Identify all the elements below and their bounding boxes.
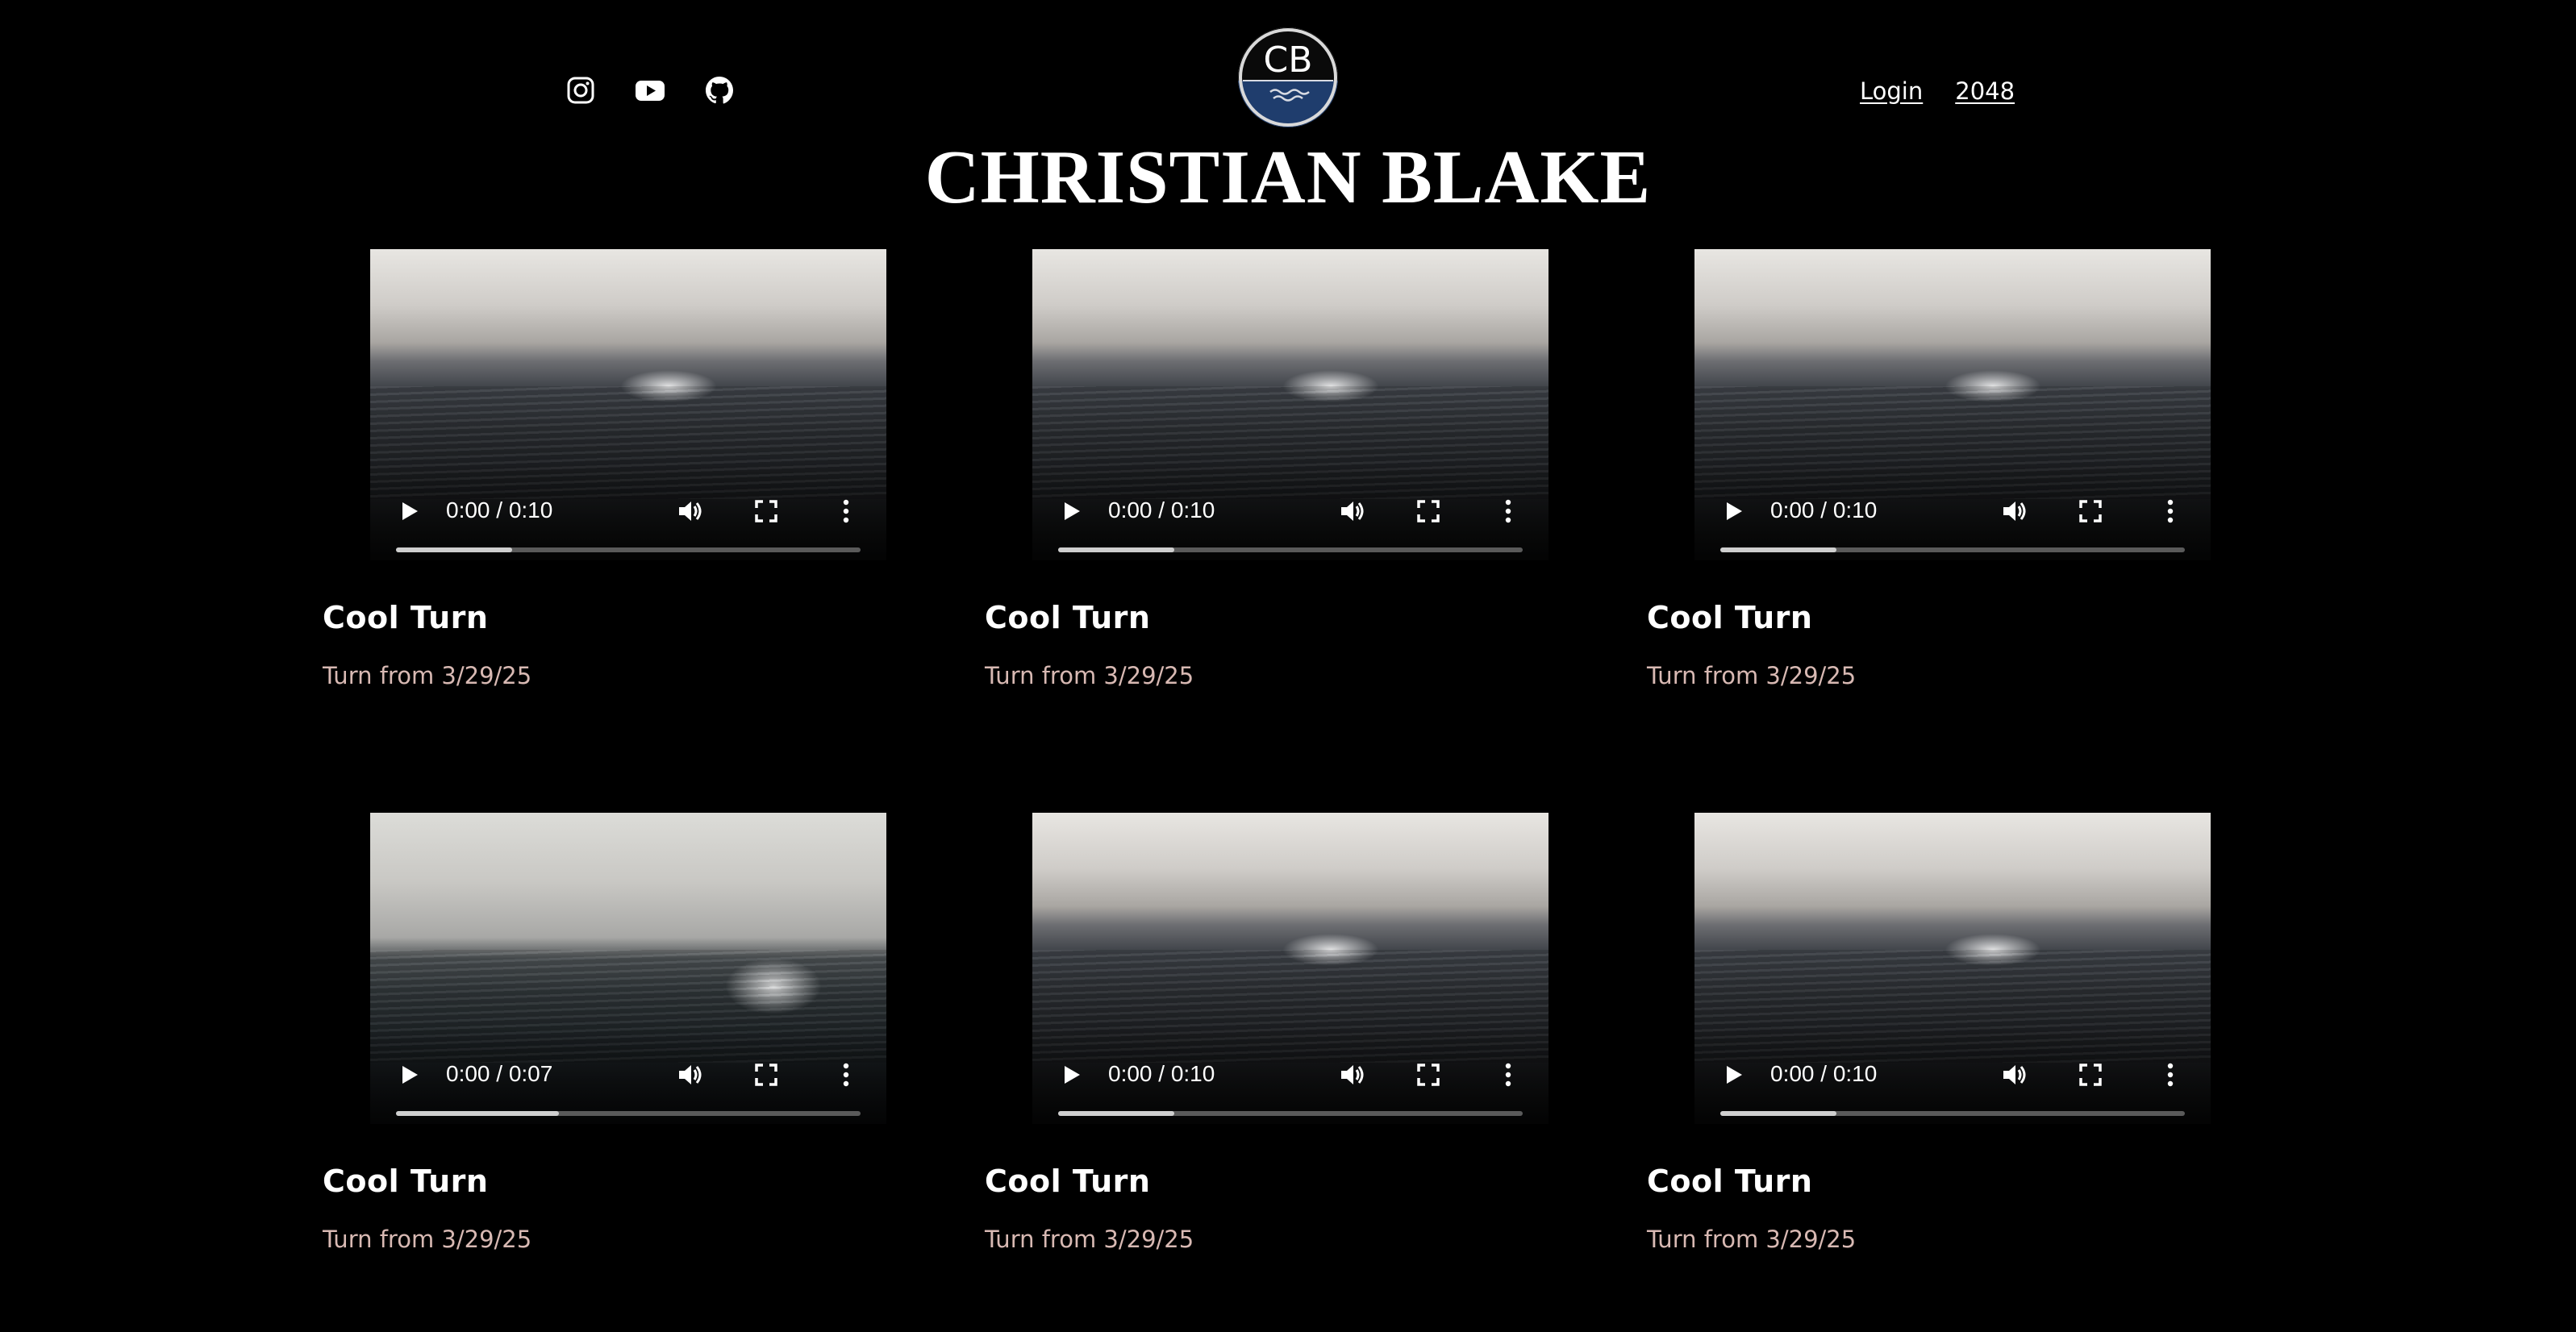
video-time: 0:00 / 0:10 [446, 497, 553, 522]
play-icon[interactable] [398, 1064, 420, 1086]
play-icon[interactable] [1722, 1064, 1744, 1086]
top-nav: Login 2048 [1860, 77, 2015, 105]
volume-icon[interactable] [1339, 1062, 1365, 1088]
video-progress-buffered [1058, 1111, 1174, 1116]
fullscreen-icon[interactable] [2078, 1063, 2103, 1087]
video-time: 0:00 / 0:10 [1108, 497, 1215, 522]
site-logo[interactable]: CB [1238, 27, 1338, 127]
video-progress-buffered [396, 547, 512, 552]
fullscreen-icon[interactable] [1416, 499, 1440, 523]
video-time: 0:00 / 0:10 [1770, 1061, 1878, 1086]
card-title: Cool Turn [323, 1163, 489, 1199]
play-icon[interactable] [1060, 1064, 1082, 1086]
site-title: CHRISTIAN BLAKE [924, 135, 1652, 219]
play-icon[interactable] [398, 500, 420, 522]
video-controls: 0:00 / 0:10 [1032, 1055, 1549, 1095]
card-subtitle: Turn from 3/29/25 [985, 662, 1194, 689]
more-options-icon[interactable] [1497, 498, 1519, 524]
video-time: 0:00 / 0:10 [1108, 1061, 1215, 1086]
volume-icon[interactable] [2001, 498, 2027, 524]
video-time: 0:00 / 0:07 [446, 1061, 553, 1086]
card-subtitle: Turn from 3/29/25 [1647, 1226, 1857, 1253]
video-progress-buffered [1720, 1111, 1836, 1116]
more-options-icon[interactable] [2159, 1062, 2182, 1088]
card-title: Cool Turn [1647, 600, 1813, 635]
fullscreen-icon[interactable] [1416, 1063, 1440, 1087]
video-controls: 0:00 / 0:10 [1694, 1055, 2211, 1095]
card-subtitle: Turn from 3/29/25 [323, 1226, 532, 1253]
fullscreen-icon[interactable] [754, 499, 778, 523]
login-link[interactable]: Login [1860, 77, 1923, 105]
video-player[interactable]: 0:00 / 0:10 [1694, 249, 2211, 560]
video-progress-bar[interactable] [396, 547, 861, 552]
logo-initials: CB [1264, 40, 1313, 81]
fullscreen-icon[interactable] [754, 1063, 778, 1087]
video-controls: 0:00 / 0:10 [1032, 491, 1549, 531]
video-player[interactable]: 0:00 / 0:10 [370, 249, 886, 560]
more-options-icon[interactable] [1497, 1062, 1519, 1088]
social-links [565, 74, 736, 106]
video-controls: 0:00 / 0:07 [370, 1055, 886, 1095]
card-subtitle: Turn from 3/29/25 [1647, 662, 1857, 689]
more-options-icon[interactable] [2159, 498, 2182, 524]
youtube-icon[interactable] [634, 74, 666, 106]
volume-icon[interactable] [2001, 1062, 2027, 1088]
fullscreen-icon[interactable] [2078, 499, 2103, 523]
volume-icon[interactable] [677, 1062, 702, 1088]
video-progress-buffered [396, 1111, 559, 1116]
video-progress-bar[interactable] [1058, 547, 1523, 552]
play-icon[interactable] [1060, 500, 1082, 522]
play-icon[interactable] [1722, 500, 1744, 522]
more-options-icon[interactable] [835, 1062, 857, 1088]
volume-icon[interactable] [1339, 498, 1365, 524]
video-time: 0:00 / 0:10 [1770, 497, 1878, 522]
video-progress-bar[interactable] [1058, 1111, 1523, 1116]
github-icon[interactable] [703, 74, 736, 106]
2048-link[interactable]: 2048 [1955, 77, 2015, 105]
video-player[interactable]: 0:00 / 0:07 [370, 813, 886, 1124]
card-title: Cool Turn [1647, 1163, 1813, 1199]
video-progress-bar[interactable] [1720, 1111, 2185, 1116]
card-subtitle: Turn from 3/29/25 [323, 662, 532, 689]
video-controls: 0:00 / 0:10 [370, 491, 886, 531]
video-progress-bar[interactable] [1720, 547, 2185, 552]
video-progress-buffered [1720, 547, 1836, 552]
video-player[interactable]: 0:00 / 0:10 [1032, 813, 1549, 1124]
video-controls: 0:00 / 0:10 [1694, 491, 2211, 531]
instagram-icon[interactable] [565, 74, 597, 106]
video-player[interactable]: 0:00 / 0:10 [1694, 813, 2211, 1124]
more-options-icon[interactable] [835, 498, 857, 524]
card-title: Cool Turn [985, 600, 1151, 635]
video-player[interactable]: 0:00 / 0:10 [1032, 249, 1549, 560]
video-progress-bar[interactable] [396, 1111, 861, 1116]
volume-icon[interactable] [677, 498, 702, 524]
card-title: Cool Turn [323, 600, 489, 635]
card-subtitle: Turn from 3/29/25 [985, 1226, 1194, 1253]
card-title: Cool Turn [985, 1163, 1151, 1199]
video-progress-buffered [1058, 547, 1174, 552]
